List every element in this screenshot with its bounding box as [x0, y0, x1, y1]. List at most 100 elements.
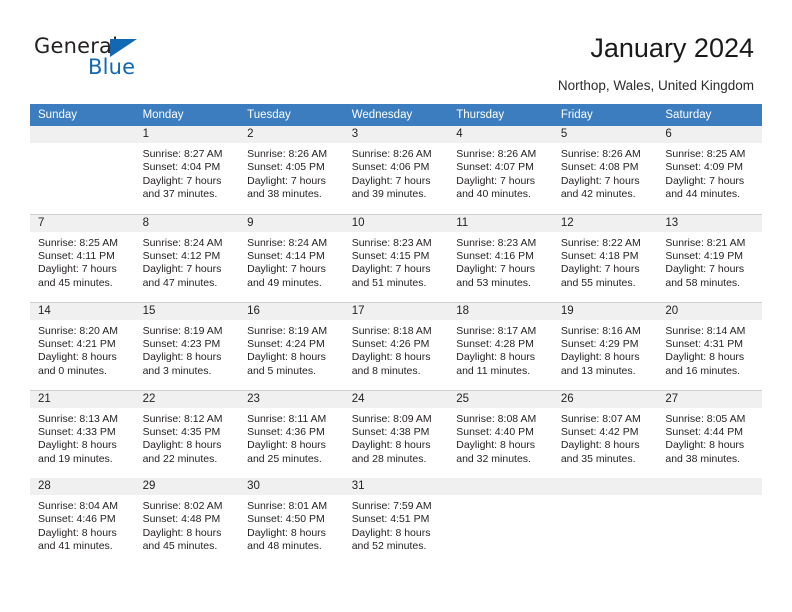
- daylight-text-line1: Daylight: 8 hours: [351, 439, 431, 452]
- sunset-text: Sunset: 4:06 PM: [351, 161, 430, 174]
- calendar-day-cell[interactable]: 16 Sunrise: 8:19 AM Sunset: 4:24 PM Dayligh…: [239, 301, 344, 390]
- calendar-day-cell[interactable]: 5 Sunrise: 8:26 AM Sunset: 4:08 PM Daylight…: [552, 126, 658, 214]
- daylight-text-line2: and 5 minutes.: [247, 364, 317, 377]
- daylight-text-line2: and 40 minutes.: [456, 188, 531, 201]
- day-number: 6: [657, 126, 762, 143]
- calendar-day-cell[interactable]: 15 Sunrise: 8:19 AM Sunset: 4:23 PM Dayligh…: [134, 301, 240, 390]
- day-number: 29: [134, 478, 240, 495]
- daylight-text-line2: and 51 minutes.: [351, 276, 427, 289]
- daylight-text-line1: Daylight: 7 hours: [560, 174, 640, 187]
- day-details: Sunrise: 8:08 AM Sunset: 4:40 PM Daylight:…: [448, 408, 553, 467]
- calendar-day-cell[interactable]: 29 Sunrise: 8:02 AM Sunset: 4:48 PM Dayligh…: [134, 478, 240, 566]
- calendar-day-cell[interactable]: 25 Sunrise: 8:08 AM Sunset: 4:40 PM Dayligh…: [448, 389, 553, 478]
- sunrise-text: Sunrise: 8:20 AM: [38, 324, 118, 337]
- day-details: Sunrise: 8:26 AM Sunset: 4:08 PM Daylight:…: [553, 143, 658, 202]
- sunrise-text: Sunrise: 8:12 AM: [142, 412, 223, 425]
- calendar-day-cell[interactable]: 12 Sunrise: 8:22 AM Sunset: 4:18 PM Dayligh…: [552, 213, 658, 302]
- day-details: Sunrise: 8:22 AM Sunset: 4:18 PM Daylight:…: [553, 232, 658, 291]
- day-details: Sunrise: 8:19 AM Sunset: 4:23 PM Daylight:…: [135, 320, 240, 379]
- day-number: 22: [134, 390, 240, 408]
- daylight-text-line1: Daylight: 7 hours: [665, 263, 745, 276]
- calendar-day-cell[interactable]: 6 Sunrise: 8:25 AM Sunset: 4:09 PM Daylight…: [657, 126, 762, 214]
- sunset-text: Sunset: 4:05 PM: [247, 161, 325, 174]
- calendar-day-cell[interactable]: 7 Sunrise: 8:25 AM Sunset: 4:11 PM Daylight…: [30, 213, 135, 302]
- calendar-day-cell[interactable]: 1 Sunrise: 8:27 AM Sunset: 4:04 PM Daylight…: [134, 126, 240, 214]
- sunset-text: Sunset: 4:38 PM: [351, 425, 430, 438]
- sunrise-text: Sunrise: 8:25 AM: [38, 236, 118, 249]
- daylight-text-line2: and 35 minutes.: [560, 452, 636, 465]
- calendar-day-cell[interactable]: 22 Sunrise: 8:12 AM Sunset: 4:35 PM Dayligh…: [134, 389, 240, 478]
- daylight-text-line1: Daylight: 8 hours: [142, 351, 222, 364]
- calendar-day-cell[interactable]: 10 Sunrise: 8:23 AM Sunset: 4:15 PM Dayligh…: [343, 213, 449, 302]
- sunrise-text: Sunrise: 8:18 AM: [351, 324, 432, 337]
- daylight-text-line1: Daylight: 7 hours: [351, 174, 431, 187]
- day-details: Sunrise: 8:12 AM Sunset: 4:35 PM Daylight:…: [135, 408, 240, 467]
- day-number: 18: [448, 302, 553, 320]
- calendar-day-cell[interactable]: 19 Sunrise: 8:16 AM Sunset: 4:29 PM Dayligh…: [552, 301, 658, 390]
- sunrise-text: Sunrise: 8:23 AM: [456, 236, 537, 249]
- daylight-text-line2: and 28 minutes.: [351, 452, 427, 465]
- sunrise-text: Sunrise: 8:24 AM: [142, 236, 223, 249]
- calendar-day-cell[interactable]: 30 Sunrise: 8:01 AM Sunset: 4:50 PM Dayligh…: [239, 478, 344, 566]
- calendar-week-row: 7 Sunrise: 8:25 AM Sunset: 4:11 PM Daylight…: [30, 213, 762, 302]
- daylight-text-line1: Daylight: 7 hours: [142, 174, 222, 187]
- day-details: Sunrise: 8:23 AM Sunset: 4:16 PM Daylight:…: [448, 232, 553, 291]
- day-number: 20: [657, 302, 762, 320]
- daylight-text-line2: and 0 minutes.: [38, 364, 107, 377]
- daylight-text-line2: and 49 minutes.: [247, 276, 322, 289]
- daylight-text-line1: Daylight: 8 hours: [142, 439, 222, 452]
- calendar-day-cell[interactable]: 11 Sunrise: 8:23 AM Sunset: 4:16 PM Dayligh…: [448, 213, 553, 302]
- day-details: Sunrise: 8:21 AM Sunset: 4:19 PM Daylight:…: [657, 232, 762, 291]
- calendar-day-cell[interactable]: 20 Sunrise: 8:14 AM Sunset: 4:31 PM Dayligh…: [657, 301, 762, 390]
- daylight-text-line1: Daylight: 8 hours: [351, 526, 431, 539]
- sunset-text: Sunset: 4:26 PM: [351, 337, 430, 350]
- calendar-day-cell[interactable]: 27 Sunrise: 8:05 AM Sunset: 4:44 PM Dayligh…: [657, 389, 762, 478]
- calendar-day-cell[interactable]: 17 Sunrise: 8:18 AM Sunset: 4:26 PM Dayligh…: [343, 301, 449, 390]
- daylight-text-line1: Daylight: 7 hours: [142, 263, 222, 276]
- calendar-day-cell[interactable]: 2 Sunrise: 8:26 AM Sunset: 4:05 PM Daylight…: [239, 126, 344, 214]
- daylight-text-line1: Daylight: 8 hours: [142, 526, 222, 539]
- calendar-page: General Blue January 2024 Northop, Wales…: [0, 0, 792, 612]
- daylight-text-line2: and 38 minutes.: [247, 188, 322, 201]
- calendar-day-cell[interactable]: 28 Sunrise: 8:04 AM Sunset: 4:46 PM Dayligh…: [30, 478, 135, 566]
- calendar-day-cell[interactable]: 23 Sunrise: 8:11 AM Sunset: 4:36 PM Dayligh…: [239, 389, 344, 478]
- calendar-day-cell[interactable]: 8 Sunrise: 8:24 AM Sunset: 4:12 PM Daylight…: [134, 213, 240, 302]
- calendar-day-cell[interactable]: 31 Sunrise: 7:59 AM Sunset: 4:51 PM Dayligh…: [343, 478, 449, 566]
- day-number: 25: [448, 390, 553, 408]
- sunset-text: Sunset: 4:08 PM: [560, 161, 639, 174]
- calendar-day-cell[interactable]: 26 Sunrise: 8:07 AM Sunset: 4:42 PM Dayligh…: [552, 389, 658, 478]
- day-details: Sunrise: 8:04 AM Sunset: 4:46 PM Daylight:…: [30, 495, 135, 554]
- calendar-day-cell[interactable]: 18 Sunrise: 8:17 AM Sunset: 4:28 PM Dayligh…: [448, 301, 553, 390]
- calendar-day-cell[interactable]: 14 Sunrise: 8:20 AM Sunset: 4:21 PM Dayligh…: [30, 301, 135, 390]
- calendar-day-cell[interactable]: 21 Sunrise: 8:13 AM Sunset: 4:33 PM Dayligh…: [30, 389, 135, 478]
- day-number: 31: [343, 478, 449, 495]
- sunrise-text: Sunrise: 8:13 AM: [38, 412, 118, 425]
- daylight-text-line2: and 47 minutes.: [142, 276, 218, 289]
- calendar-day-cell[interactable]: 3 Sunrise: 8:26 AM Sunset: 4:06 PM Daylight…: [343, 126, 449, 214]
- day-details: Sunrise: 8:16 AM Sunset: 4:29 PM Daylight:…: [553, 320, 658, 379]
- calendar-body: 1 Sunrise: 8:27 AM Sunset: 4:04 PM Daylight…: [30, 126, 762, 566]
- calendar-week-row: 21 Sunrise: 8:13 AM Sunset: 4:33 PM Dayligh…: [30, 389, 762, 478]
- calendar-day-cell[interactable]: 24 Sunrise: 8:09 AM Sunset: 4:38 PM Dayligh…: [343, 389, 449, 478]
- sunset-text: Sunset: 4:51 PM: [351, 513, 430, 526]
- day-details: Sunrise: 8:19 AM Sunset: 4:24 PM Daylight:…: [239, 320, 344, 379]
- day-number: 11: [448, 214, 553, 232]
- sunrise-text: Sunrise: 8:25 AM: [665, 148, 746, 160]
- daylight-text-line2: and 45 minutes.: [142, 540, 218, 553]
- sunrise-text: Sunrise: 8:09 AM: [351, 412, 432, 425]
- day-number: [448, 478, 553, 495]
- calendar-day-cell[interactable]: 9 Sunrise: 8:24 AM Sunset: 4:14 PM Daylight…: [239, 213, 344, 302]
- sunset-text: Sunset: 4:31 PM: [665, 337, 744, 350]
- weekday-header-sunday: Sunday: [30, 104, 135, 126]
- day-details: Sunrise: 7:59 AM Sunset: 4:51 PM Daylight:…: [344, 495, 449, 554]
- day-details: Sunrise: 8:07 AM Sunset: 4:42 PM Daylight:…: [553, 408, 658, 467]
- sunset-text: Sunset: 4:35 PM: [142, 425, 221, 438]
- weekday-header-saturday: Saturday: [657, 104, 762, 126]
- calendar-day-cell[interactable]: 4 Sunrise: 8:26 AM Sunset: 4:07 PM Daylight…: [448, 126, 553, 214]
- sunset-text: Sunset: 4:23 PM: [142, 337, 221, 350]
- calendar-table: Sunday Monday Tuesday Wednesday Thursday…: [30, 104, 762, 566]
- sunset-text: Sunset: 4:36 PM: [247, 425, 325, 438]
- calendar-day-cell[interactable]: 13 Sunrise: 8:21 AM Sunset: 4:19 PM Dayligh…: [657, 213, 762, 302]
- daylight-text-line2: and 52 minutes.: [351, 540, 427, 553]
- daylight-text-line2: and 32 minutes.: [456, 452, 531, 465]
